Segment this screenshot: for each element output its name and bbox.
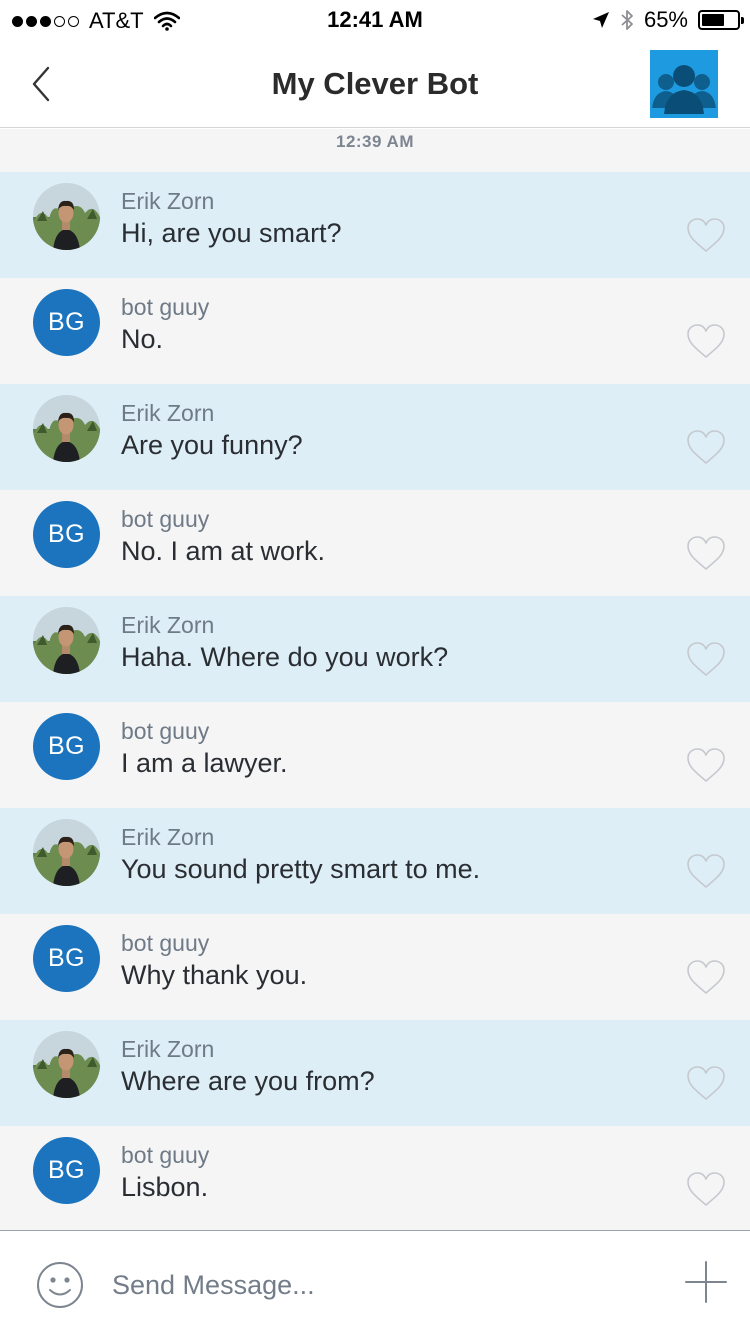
message-composer bbox=[0, 1230, 750, 1334]
messages-container: Erik Zorn Hi, are you smart? BG bot guuy No.… bbox=[0, 172, 750, 1230]
bot-avatar[interactable]: BG bbox=[33, 713, 100, 780]
message-sender: Erik Zorn bbox=[121, 824, 215, 850]
user-message-row[interactable]: Erik Zorn You sound pretty smart to me. bbox=[0, 808, 750, 914]
status-bar: AT&T 12:41 AM 65% bbox=[0, 0, 750, 40]
message-text: Where are you from? bbox=[121, 1066, 375, 1096]
nav-bar: My Clever Bot bbox=[0, 40, 750, 128]
message-text: Haha. Where do you work? bbox=[121, 642, 449, 672]
message-text: Hi, are you smart? bbox=[121, 218, 342, 248]
user-avatar[interactable] bbox=[33, 395, 100, 462]
bot-message-row[interactable]: BG bot guuy I am a lawyer. bbox=[0, 702, 750, 808]
message-sender: Erik Zorn bbox=[121, 612, 215, 638]
message-timestamp: 12:39 AM bbox=[335, 132, 414, 151]
message-text: I am a lawyer. bbox=[121, 748, 288, 778]
user-avatar[interactable] bbox=[33, 607, 100, 674]
heart-icon[interactable] bbox=[686, 323, 726, 359]
bot-avatar[interactable]: BG bbox=[33, 289, 100, 356]
heart-icon[interactable] bbox=[686, 217, 726, 253]
message-text: You sound pretty smart to me. bbox=[121, 854, 481, 884]
heart-icon[interactable] bbox=[686, 959, 726, 995]
message-list[interactable]: 12:39 AM Erik Zorn Hi, are you smart? BG bo… bbox=[0, 129, 750, 1230]
smiley-icon[interactable] bbox=[35, 1260, 85, 1310]
message-text: Are you funny? bbox=[121, 430, 303, 460]
heart-icon[interactable] bbox=[686, 641, 726, 677]
heart-icon[interactable] bbox=[686, 747, 726, 783]
battery-icon bbox=[698, 10, 744, 30]
heart-icon[interactable] bbox=[686, 1065, 726, 1101]
message-sender: bot guuy bbox=[121, 506, 210, 532]
message-text: No. bbox=[121, 324, 164, 354]
group-avatar[interactable] bbox=[650, 50, 718, 118]
message-sender: Erik Zorn bbox=[121, 1036, 215, 1062]
user-avatar[interactable] bbox=[33, 183, 100, 250]
status-right-group: 65% bbox=[592, 7, 744, 33]
bot-avatar[interactable]: BG bbox=[33, 501, 100, 568]
bot-message-row[interactable]: BG bot guuy No. I am at work. bbox=[0, 490, 750, 596]
user-message-row[interactable]: Erik Zorn Are you funny? bbox=[0, 384, 750, 490]
heart-icon[interactable] bbox=[686, 429, 726, 465]
plus-icon[interactable] bbox=[685, 1261, 727, 1303]
page-title: My Clever Bot bbox=[271, 66, 479, 101]
message-sender: bot guuy bbox=[121, 1142, 210, 1168]
bot-message-row[interactable]: BG bot guuy No. bbox=[0, 278, 750, 384]
bot-avatar[interactable]: BG bbox=[33, 1137, 100, 1204]
location-arrow-icon bbox=[592, 12, 609, 28]
user-avatar[interactable] bbox=[33, 1031, 100, 1098]
user-message-row[interactable]: Erik Zorn Haha. Where do you work? bbox=[0, 596, 750, 702]
battery-level bbox=[702, 14, 725, 26]
message-sender: Erik Zorn bbox=[121, 188, 215, 214]
bot-avatar[interactable]: BG bbox=[33, 925, 100, 992]
user-message-row[interactable]: Erik Zorn Where are you from? bbox=[0, 1020, 750, 1126]
group-people-icon bbox=[652, 65, 716, 114]
bluetooth-icon bbox=[621, 10, 633, 30]
heart-icon[interactable] bbox=[686, 1171, 726, 1207]
user-message-row[interactable]: Erik Zorn Hi, are you smart? bbox=[0, 172, 750, 278]
message-text: Why thank you. bbox=[121, 960, 308, 990]
bot-message-row[interactable]: BG bot guuy Lisbon. bbox=[0, 1126, 750, 1230]
heart-icon[interactable] bbox=[686, 535, 726, 571]
message-text: Lisbon. bbox=[121, 1172, 209, 1202]
battery-percent: 65% bbox=[643, 7, 688, 32]
message-text: No. I am at work. bbox=[121, 536, 326, 566]
message-sender: bot guuy bbox=[121, 718, 210, 744]
message-sender: bot guuy bbox=[121, 294, 210, 320]
bot-message-row[interactable]: BG bot guuy Why thank you. bbox=[0, 914, 750, 1020]
user-avatar[interactable] bbox=[33, 819, 100, 886]
message-sender: Erik Zorn bbox=[121, 400, 215, 426]
heart-icon[interactable] bbox=[686, 853, 726, 889]
message-input[interactable] bbox=[112, 1265, 632, 1305]
message-sender: bot guuy bbox=[121, 930, 210, 956]
